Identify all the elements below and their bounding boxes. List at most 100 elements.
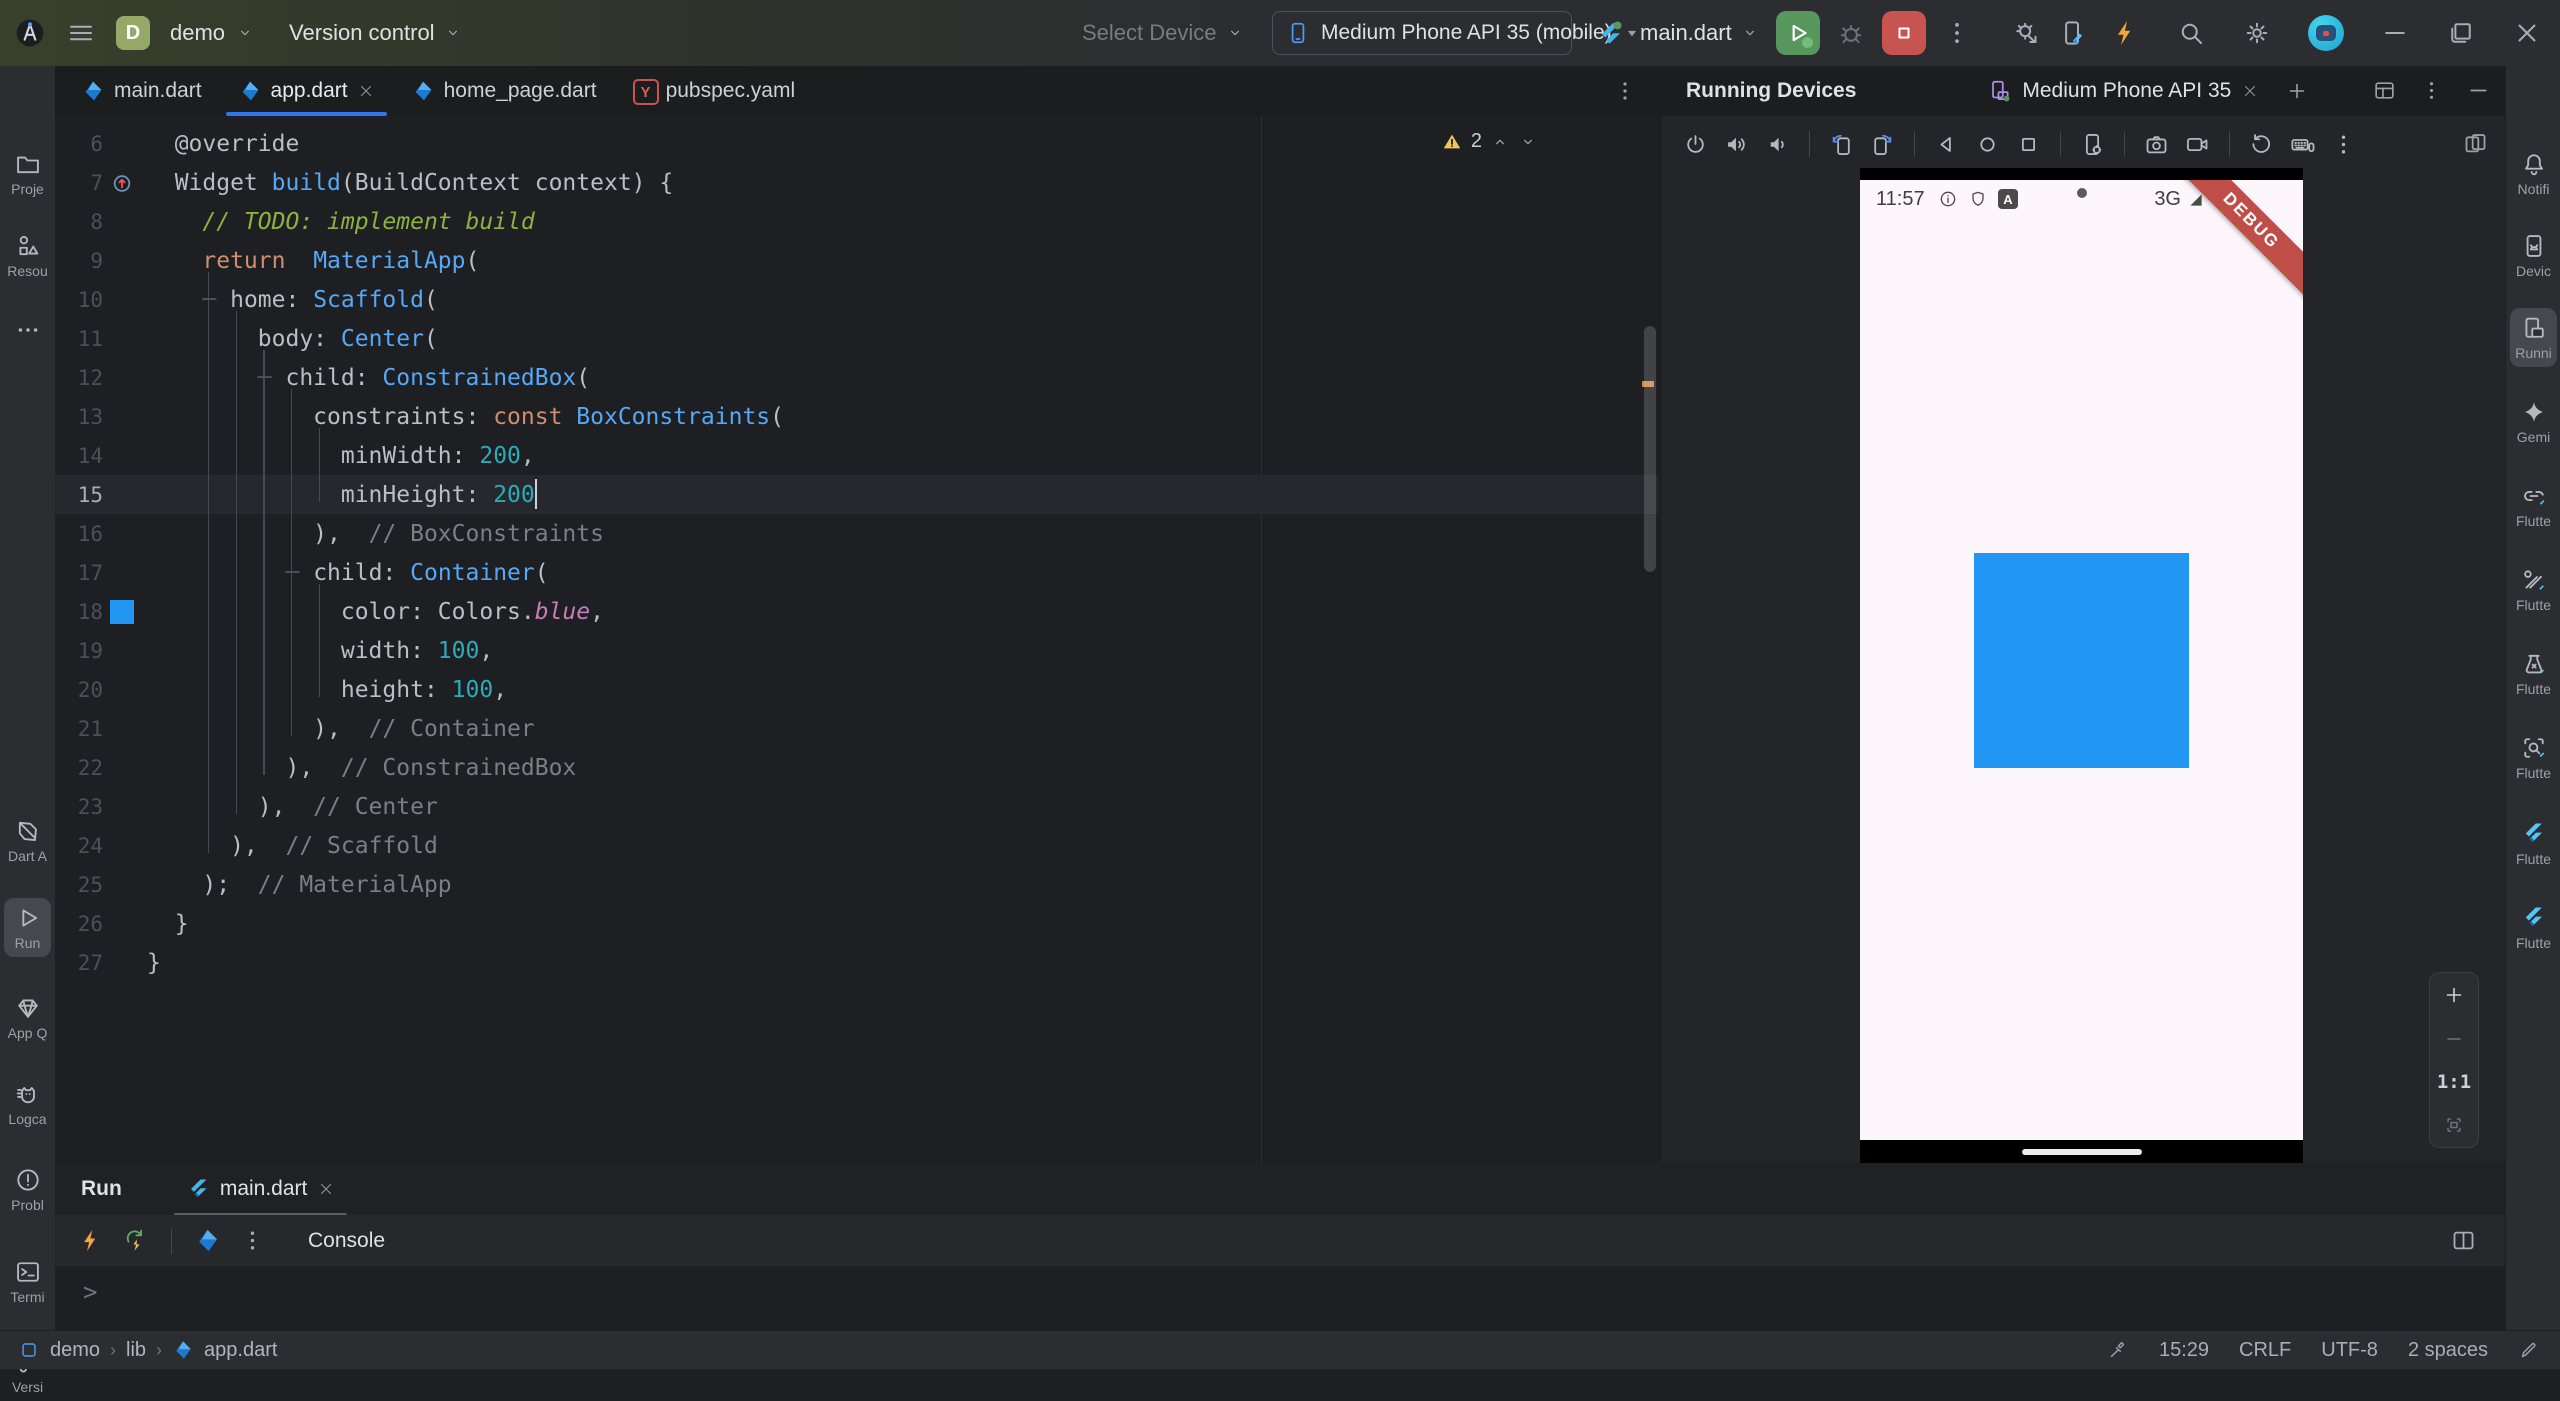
file-encoding[interactable]: UTF-8 [2321,1339,2378,1362]
breadcrumb-project[interactable]: demo [50,1339,100,1362]
code-line-10[interactable]: 10 ─ home: Scaffold( [55,280,1658,319]
code-editor[interactable]: 6 @override 7 Widget build(BuildContext c… [55,116,1658,1163]
project-avatar[interactable]: D [116,16,150,50]
record-icon[interactable] [2184,131,2211,158]
phone-settings-icon[interactable] [2079,131,2106,158]
flutter-attach-icon[interactable] [2012,18,2042,48]
rot-r-icon[interactable] [1869,131,1896,158]
tool-window-button-logcat[interactable]: Logca [0,1074,55,1133]
code-line-9[interactable]: 9 return MaterialApp( [55,241,1658,280]
tool-window-button-device-manager[interactable]: Devic [2506,226,2560,285]
tool-window-button-flutter-outline[interactable]: Flutte [2506,814,2560,873]
tool-window-button-problems[interactable]: Probl [0,1160,55,1219]
zoom-reset-button[interactable]: 1:1 [2437,1071,2471,1093]
search-everywhere-icon[interactable] [2176,18,2206,48]
code-line-14[interactable]: 14 minWidth: 200, [55,436,1658,475]
rot-l-icon[interactable] [1828,131,1855,158]
run-configuration[interactable]: main.dart [1640,20,1732,46]
tool-window-button-run[interactable]: Run [4,898,51,957]
tool-window-button-terminal[interactable]: Termi [0,1252,55,1311]
code-line-11[interactable]: 11 body: Center( [55,319,1658,358]
device-tab[interactable]: Medium Phone API 35 [1986,78,2259,104]
console-split-icon[interactable] [2450,1227,2477,1254]
next-issue-icon[interactable] [1518,132,1538,152]
breadcrumb-file[interactable]: app.dart [204,1339,277,1362]
version-control-chevron-icon[interactable] [443,23,463,43]
window-maximize-button[interactable] [2446,18,2476,48]
code-line-7[interactable]: 7 Widget build(BuildContext context) { [55,163,1658,202]
nav-back-icon[interactable] [1933,131,1960,158]
device-selector[interactable]: Medium Phone API 35 (mobile) [1272,11,1636,55]
tool-window-button-flutter-widget-tree[interactable]: Flutte [2506,644,2560,703]
keyboard-icon[interactable] [2289,131,2316,158]
tool-window-button-flutter-tools[interactable]: Flutte [2506,560,2560,619]
prev-issue-icon[interactable] [1490,132,1510,152]
override-gutter-icon[interactable] [109,170,135,196]
editor-tab-main.dart[interactable]: main.dart [63,66,220,116]
zoom-in-button[interactable] [2442,983,2466,1007]
tool-window-button-notifications[interactable]: Notifi [2506,144,2560,203]
indent-style[interactable]: 2 spaces [2408,1339,2488,1362]
code-line-24[interactable]: 24 ), // Scaffold [55,826,1658,865]
tool-window-button-resource-manager[interactable]: Resou [0,226,55,285]
caret-position[interactable]: 15:29 [2159,1339,2209,1362]
code-line-12[interactable]: 12 ─ child: ConstrainedBox( [55,358,1658,397]
tool-window-button-project[interactable]: Proje [0,144,55,203]
code-line-19[interactable]: 19 width: 100, [55,631,1658,670]
zoom-out-button[interactable] [2442,1027,2466,1051]
project-name[interactable]: demo [170,20,225,46]
select-device-label[interactable]: Select Device [1082,20,1217,46]
panel-layout-icon[interactable] [2372,78,2397,103]
tool-window-button-more-tool-windows[interactable] [0,310,55,350]
dart-devtools-icon[interactable] [194,1227,221,1254]
code-line-22[interactable]: 22 ), // ConstrainedBox [55,748,1658,787]
code-line-8[interactable]: 8 // TODO: implement build [55,202,1658,241]
nav-home-icon[interactable] [1974,131,2001,158]
code-line-15[interactable]: 15 minHeight: 200 [55,475,1658,514]
device-tab-close-icon[interactable] [2241,82,2259,100]
run-tab-main-dart[interactable]: main.dart [172,1163,350,1217]
more-v-icon[interactable] [2330,131,2357,158]
tab-close-icon[interactable] [357,82,375,100]
run-more-options-icon[interactable] [1942,18,1972,48]
profile-avatar[interactable] [2308,15,2344,51]
color-swatch-blue[interactable] [109,599,134,624]
line-separator[interactable]: CRLF [2239,1339,2291,1362]
status-tools-icon[interactable] [2107,1339,2129,1361]
run-tab-close-icon[interactable] [317,1180,335,1198]
code-line-17[interactable]: 17 ─ child: Container( [55,553,1658,592]
emulator-screen[interactable]: 11:57 A 3G DEBUG [1860,180,2303,1140]
version-control-menu[interactable]: Version control [289,20,435,46]
editor-tab-home_page.dart[interactable]: home_page.dart [393,66,615,116]
tool-window-button-gemini[interactable]: Gemi [2506,392,2560,451]
code-line-13[interactable]: 13 constraints: const BoxConstraints( [55,397,1658,436]
debug-button[interactable] [1836,18,1866,48]
nav-gesture-pill[interactable] [2021,1149,2142,1155]
panel-hide-icon[interactable] [2466,78,2491,103]
project-chevron-icon[interactable] [235,23,255,43]
window-close-button[interactable] [2512,18,2542,48]
stop-button[interactable] [1881,11,1926,55]
hot-restart-button[interactable] [122,1227,149,1254]
select-device-chevron-icon[interactable] [1225,23,1245,43]
tool-window-button-flutter-connected-devices[interactable]: Flutte [2506,476,2560,535]
vol-up-icon[interactable] [1723,131,1750,158]
file-writable-icon[interactable] [2518,1339,2540,1361]
vol-down-icon[interactable] [1764,131,1791,158]
run-button[interactable] [1775,11,1820,55]
tool-window-button-dart-analysis[interactable]: Dart A [0,811,55,870]
code-line-6[interactable]: 6 @override [55,124,1658,163]
breadcrumb-folder[interactable]: lib [126,1339,146,1362]
code-line-26[interactable]: 26 } [55,904,1658,943]
display-mode-icon[interactable] [2462,130,2489,157]
code-line-18[interactable]: 18 color: Colors.blue, [55,592,1658,631]
console-more-options-icon[interactable] [239,1227,266,1254]
code-line-27[interactable]: 27} [55,943,1658,982]
tool-window-button-running-devices[interactable]: Runni [2510,308,2557,367]
code-line-23[interactable]: 23 ), // Center [55,787,1658,826]
hot-reload-icon[interactable] [2110,18,2140,48]
power-icon[interactable] [1682,131,1709,158]
add-device-tab-icon[interactable] [2285,79,2309,103]
tab-list-options-icon[interactable] [1612,78,1638,104]
device-mirror-icon[interactable] [2058,18,2088,48]
